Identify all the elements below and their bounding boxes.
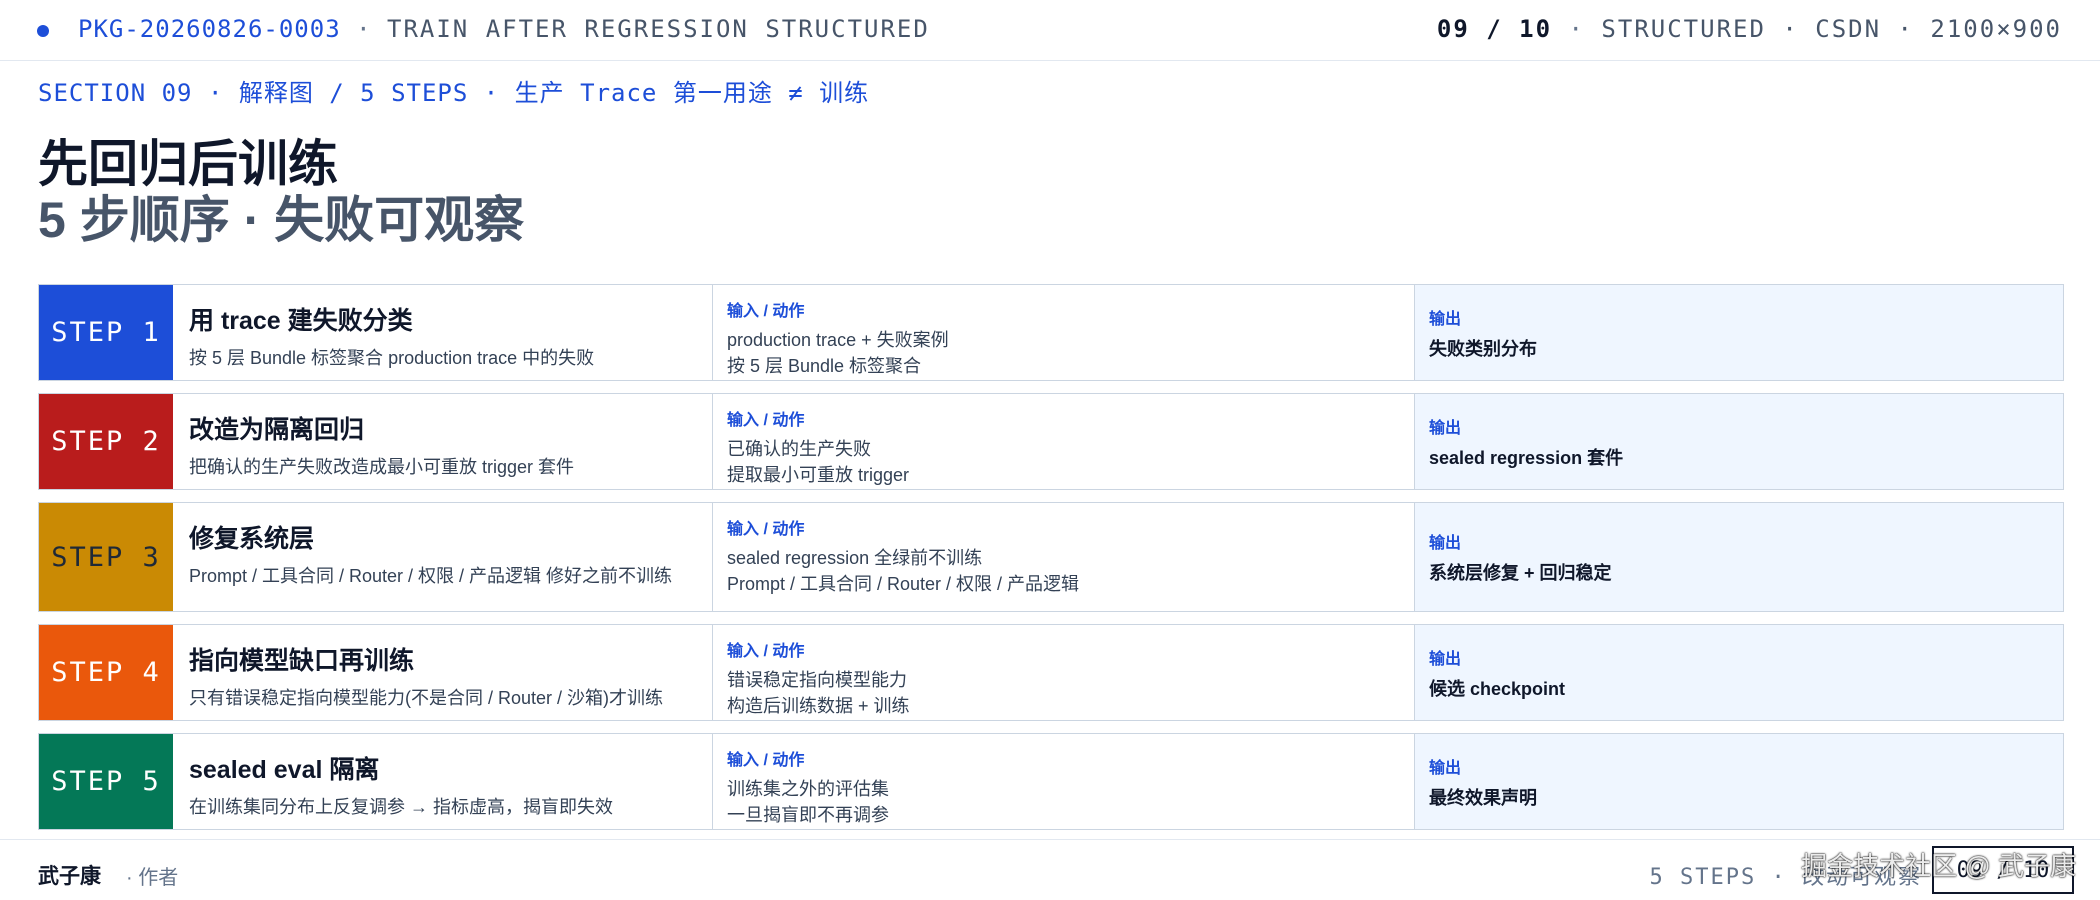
input-line: 构造后训练数据 + 训练 [727,696,910,717]
package-title: PKG-20260826-0003 · TRAIN AFTER REGRESSI… [78,15,930,43]
step-title: 修复系统层 [189,525,315,553]
step-title: 改造为隔离回归 [189,416,365,444]
footer: 武子康 · 作者 5 STEPS · 改动可观察 09 / 10 掘金技术社区 … [0,839,2100,900]
step-row-4: STEP 4 指向模型缺口再训练 只有错误稳定指向模型能力(不是合同 / Rou… [38,624,2064,721]
step-summary: 改造为隔离回归 把确认的生产失败改造成最小可重放 trigger 套件 [173,394,713,489]
output-label: 输出 [1429,419,1462,437]
step-desc: 按 5 层 Bundle 标签聚合 production trace 中的失败 [189,348,595,368]
step-title: sealed eval 隔离 [189,756,380,784]
output-label: 输出 [1429,310,1462,328]
step-inputs: 输入 / 动作 已确认的生产失败 提取最小可重放 trigger [713,394,1415,489]
input-action-label: 输入 / 动作 [727,521,805,538]
step-summary: 修复系统层 Prompt / 工具合同 / Router / 权限 / 产品逻辑… [173,503,713,611]
input-line: 提取最小可重放 trigger [727,465,910,486]
input-action-label: 输入 / 动作 [727,643,805,660]
step-desc: 只有错误稳定指向模型能力(不是合同 / Router / 沙箱)才训练 [189,688,664,708]
step-row-2: STEP 2 改造为隔离回归 把确认的生产失败改造成最小可重放 trigger … [38,393,2064,490]
step-row-1: STEP 1 用 trace 建失败分类 按 5 层 Bundle 标签聚合 p… [38,284,2064,381]
section-label: SECTION 09 · 解释图 / 5 STEPS · 生产 Trace 第一… [38,79,870,107]
step-row-3: STEP 3 修复系统层 Prompt / 工具合同 / Router / 权限… [38,502,2064,612]
output-value: 系统层修复 + 回归稳定 [1429,563,1612,583]
steps-list: STEP 1 用 trace 建失败分类 按 5 层 Bundle 标签聚合 p… [38,284,2064,842]
step-summary: sealed eval 隔离 在训练集同分布上反复调参 → 指标虚高，揭盲即失效 [173,734,713,829]
step-title: 指向模型缺口再训练 [189,647,415,675]
input-line: sealed regression 全绿前不训练 [727,548,983,568]
output-value: 最终效果声明 [1429,787,1537,808]
step-desc: 在训练集同分布上反复调参 → 指标虚高，揭盲即失效 [189,797,613,817]
page-indicator: 09 / 10 [1436,15,1553,43]
author-name: 武子康 [38,865,101,888]
step-badge: STEP 3 [39,503,173,611]
step-title: 用 trace 建失败分类 [189,307,413,335]
step-output: 输出 失败类别分布 [1415,285,2063,380]
step-badge: STEP 2 [39,394,173,489]
status-dot-icon [37,25,49,37]
step-summary: 指向模型缺口再训练 只有错误稳定指向模型能力(不是合同 / Router / 沙… [173,625,713,720]
step-inputs: 输入 / 动作 sealed regression 全绿前不训练 Prompt … [713,503,1415,611]
page-title: 先回归后训练 5 步顺序 · 失败可观察 [38,136,524,248]
input-line: Prompt / 工具合同 / Router / 权限 / 产品逻辑 [727,574,1080,595]
output-label: 输出 [1429,759,1462,777]
step-badge: STEP 5 [39,734,173,829]
input-line: production trace + 失败案例 [727,330,949,350]
output-label: 输出 [1429,535,1462,552]
headline-line1: 先回归后训练 [38,136,338,192]
input-line: 按 5 层 Bundle 标签聚合 [727,356,922,377]
step-badge: STEP 4 [39,625,173,720]
headline-line2: 5 步顺序 · 失败可观察 [38,192,525,248]
header-meta-text: STRUCTURED · CSDN · 2100×900 [1601,15,2062,43]
output-label: 输出 [1429,650,1462,668]
author-role: · 作者 [126,867,179,889]
package-id: PKG-20260826-0003 [78,15,341,43]
watermark: 掘金技术社区 @ 武子康 [1801,851,2076,881]
step-summary: 用 trace 建失败分类 按 5 层 Bundle 标签聚合 producti… [173,285,713,380]
step-desc: 把确认的生产失败改造成最小可重放 trigger 套件 [189,457,575,477]
input-line: 错误稳定指向模型能力 [727,670,907,690]
output-value: sealed regression 套件 [1429,447,1624,468]
step-output: 输出 sealed regression 套件 [1415,394,2063,489]
input-line: 训练集之外的评估集 [727,779,889,799]
step-desc: Prompt / 工具合同 / Router / 权限 / 产品逻辑 修好之前不… [189,566,673,586]
step-output: 输出 系统层修复 + 回归稳定 [1415,503,2063,611]
step-output: 输出 候选 checkpoint [1415,625,2063,720]
output-value: 候选 checkpoint [1429,678,1566,699]
top-bar: PKG-20260826-0003 · TRAIN AFTER REGRESSI… [0,0,2100,61]
input-action-label: 输入 / 动作 [727,752,805,769]
input-line: 一旦揭盲即不再调参 [727,805,889,826]
input-line: 已确认的生产失败 [727,439,871,459]
deck-title: TRAIN AFTER REGRESSION STRUCTURED [387,15,930,43]
step-inputs: 输入 / 动作 错误稳定指向模型能力 构造后训练数据 + 训练 [713,625,1415,720]
step-inputs: 输入 / 动作 训练集之外的评估集 一旦揭盲即不再调参 [713,734,1415,829]
header-meta: 09 / 10 · STRUCTURED · CSDN · 2100×900 [1436,15,2062,43]
step-inputs: 输入 / 动作 production trace + 失败案例 按 5 层 Bu… [713,285,1415,380]
step-output: 输出 最终效果声明 [1415,734,2063,829]
output-value: 失败类别分布 [1429,338,1537,359]
step-badge: STEP 1 [39,285,173,380]
input-action-label: 输入 / 动作 [727,303,805,320]
input-action-label: 输入 / 动作 [727,412,805,429]
step-row-5: STEP 5 sealed eval 隔离 在训练集同分布上反复调参 → 指标虚… [38,733,2064,830]
